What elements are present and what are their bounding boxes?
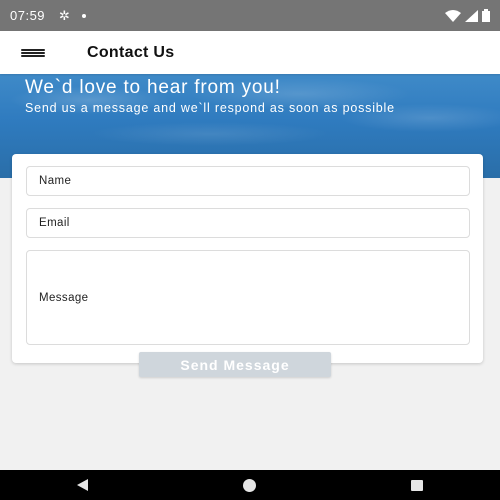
notification-dot-icon <box>81 13 86 18</box>
email-field[interactable]: Email <box>26 208 470 238</box>
wifi-icon <box>445 9 461 22</box>
hero-subtitle: Send us a message and we`ll respond as s… <box>25 101 395 115</box>
hero-title: We`d love to hear from you! <box>25 77 281 98</box>
status-time: 07:59 <box>10 8 46 23</box>
app-bar: Contact Us <box>0 31 500 74</box>
gear-icon: ✲ <box>59 7 70 23</box>
status-icons <box>445 9 490 22</box>
name-field[interactable]: Name <box>26 166 470 196</box>
send-message-button[interactable]: Send Message <box>139 352 331 377</box>
home-icon[interactable] <box>242 478 256 492</box>
message-field[interactable]: Message <box>26 250 470 345</box>
battery-icon <box>482 9 490 22</box>
signal-icon <box>465 9 478 22</box>
back-icon[interactable] <box>77 479 89 491</box>
recent-apps-icon[interactable] <box>410 479 423 491</box>
menu-icon[interactable] <box>21 46 45 60</box>
status-bar: 07:59 ✲ <box>0 0 500 31</box>
page-title: Contact Us <box>87 43 175 61</box>
navigation-bar <box>0 470 500 500</box>
contact-form-card: Name Email Message <box>12 154 483 363</box>
